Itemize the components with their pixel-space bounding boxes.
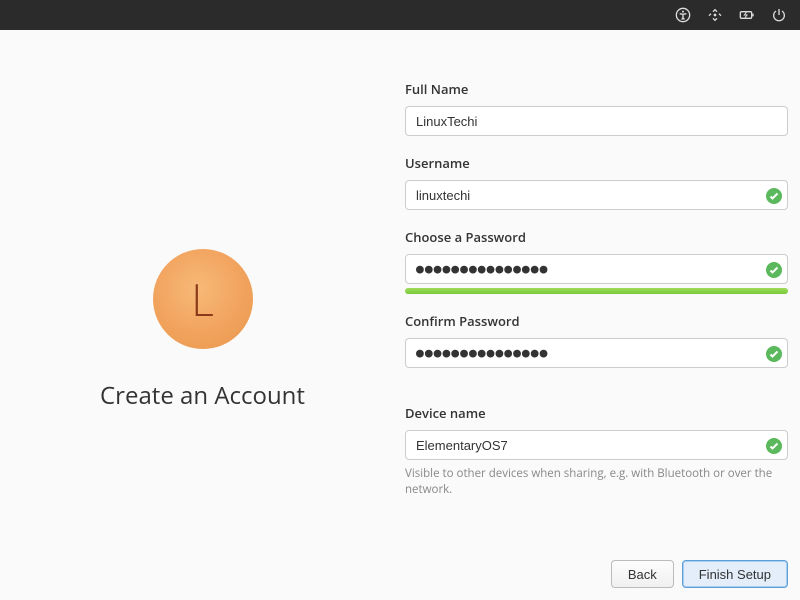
power-icon[interactable] <box>770 6 788 24</box>
topbar <box>0 0 800 30</box>
page-title: Create an Account <box>100 379 305 412</box>
back-button[interactable]: Back <box>611 560 674 588</box>
battery-icon[interactable] <box>738 6 756 24</box>
device-name-group: Device name Visible to other devices whe… <box>405 404 788 498</box>
confirm-password-input[interactable] <box>405 338 788 368</box>
check-icon <box>766 187 782 203</box>
button-row: Back Finish Setup <box>611 560 788 588</box>
left-panel: L Create an Account <box>0 70 405 580</box>
username-input[interactable] <box>405 180 788 210</box>
confirm-password-label: Confirm Password <box>405 312 788 330</box>
network-icon[interactable] <box>706 6 724 24</box>
check-icon <box>766 261 782 277</box>
device-name-hint: Visible to other devices when sharing, e… <box>405 466 788 498</box>
form-panel: Full Name Username Choose a Password <box>405 70 800 580</box>
full-name-group: Full Name <box>405 80 788 136</box>
accessibility-icon[interactable] <box>674 6 692 24</box>
full-name-label: Full Name <box>405 80 788 98</box>
installer-content: L Create an Account Full Name Username C… <box>0 30 800 600</box>
username-group: Username <box>405 154 788 210</box>
finish-setup-button[interactable]: Finish Setup <box>682 560 788 588</box>
full-name-input[interactable] <box>405 106 788 136</box>
password-input[interactable] <box>405 254 788 284</box>
device-name-input[interactable] <box>405 430 788 460</box>
confirm-password-group: Confirm Password <box>405 312 788 368</box>
avatar[interactable]: L <box>153 249 253 349</box>
password-label: Choose a Password <box>405 228 788 246</box>
password-group: Choose a Password <box>405 228 788 294</box>
check-icon <box>766 345 782 361</box>
password-strength-bar <box>405 288 788 294</box>
username-label: Username <box>405 154 788 172</box>
device-name-label: Device name <box>405 404 788 422</box>
avatar-letter: L <box>191 269 214 329</box>
check-icon <box>766 437 782 453</box>
